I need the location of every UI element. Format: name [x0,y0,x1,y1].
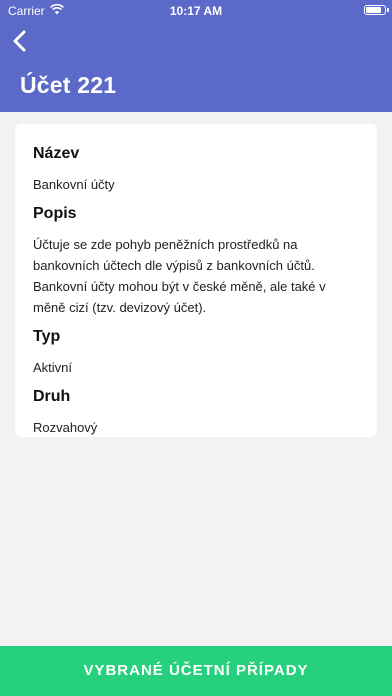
back-button[interactable] [4,24,40,58]
chevron-left-icon [4,30,40,62]
header-bar: Carrier 10:17 AM Účet 221 [0,0,392,112]
section-nazev: Název Bankovní účty [33,144,359,195]
battery-icon [364,5,389,15]
status-time: 10:17 AM [169,4,223,18]
section-label: Typ [33,328,61,345]
battery-level [366,7,381,13]
screen: Carrier 10:17 AM Účet 221 Název Bankovní… [0,0,392,696]
section-value: Bankovní účty [33,177,115,192]
page-title: Účet 221 [20,72,117,98]
selected-cases-button[interactable]: VYBRANÉ ÚČETNÍ PŘÍPADY [0,646,392,696]
section-popis: Popis Účtuje se zde pohyb peněžních pros… [33,204,359,318]
section-druh: Druh Rozvahový [33,387,359,438]
section-label: Popis [33,205,77,222]
section-label: Název [33,145,80,162]
section-value: Aktivní [33,360,73,375]
account-detail-card: Název Bankovní účty Popis Účtuje se zde … [15,124,377,437]
section-label: Druh [33,388,71,405]
section-value: Účtuje se zde pohyb peněžních prostředků… [33,237,326,315]
status-bar: Carrier 10:17 AM [0,0,392,20]
section-typ: Typ Aktivní [33,327,359,378]
section-value: Rozvahový [33,420,98,435]
status-right [364,5,389,15]
